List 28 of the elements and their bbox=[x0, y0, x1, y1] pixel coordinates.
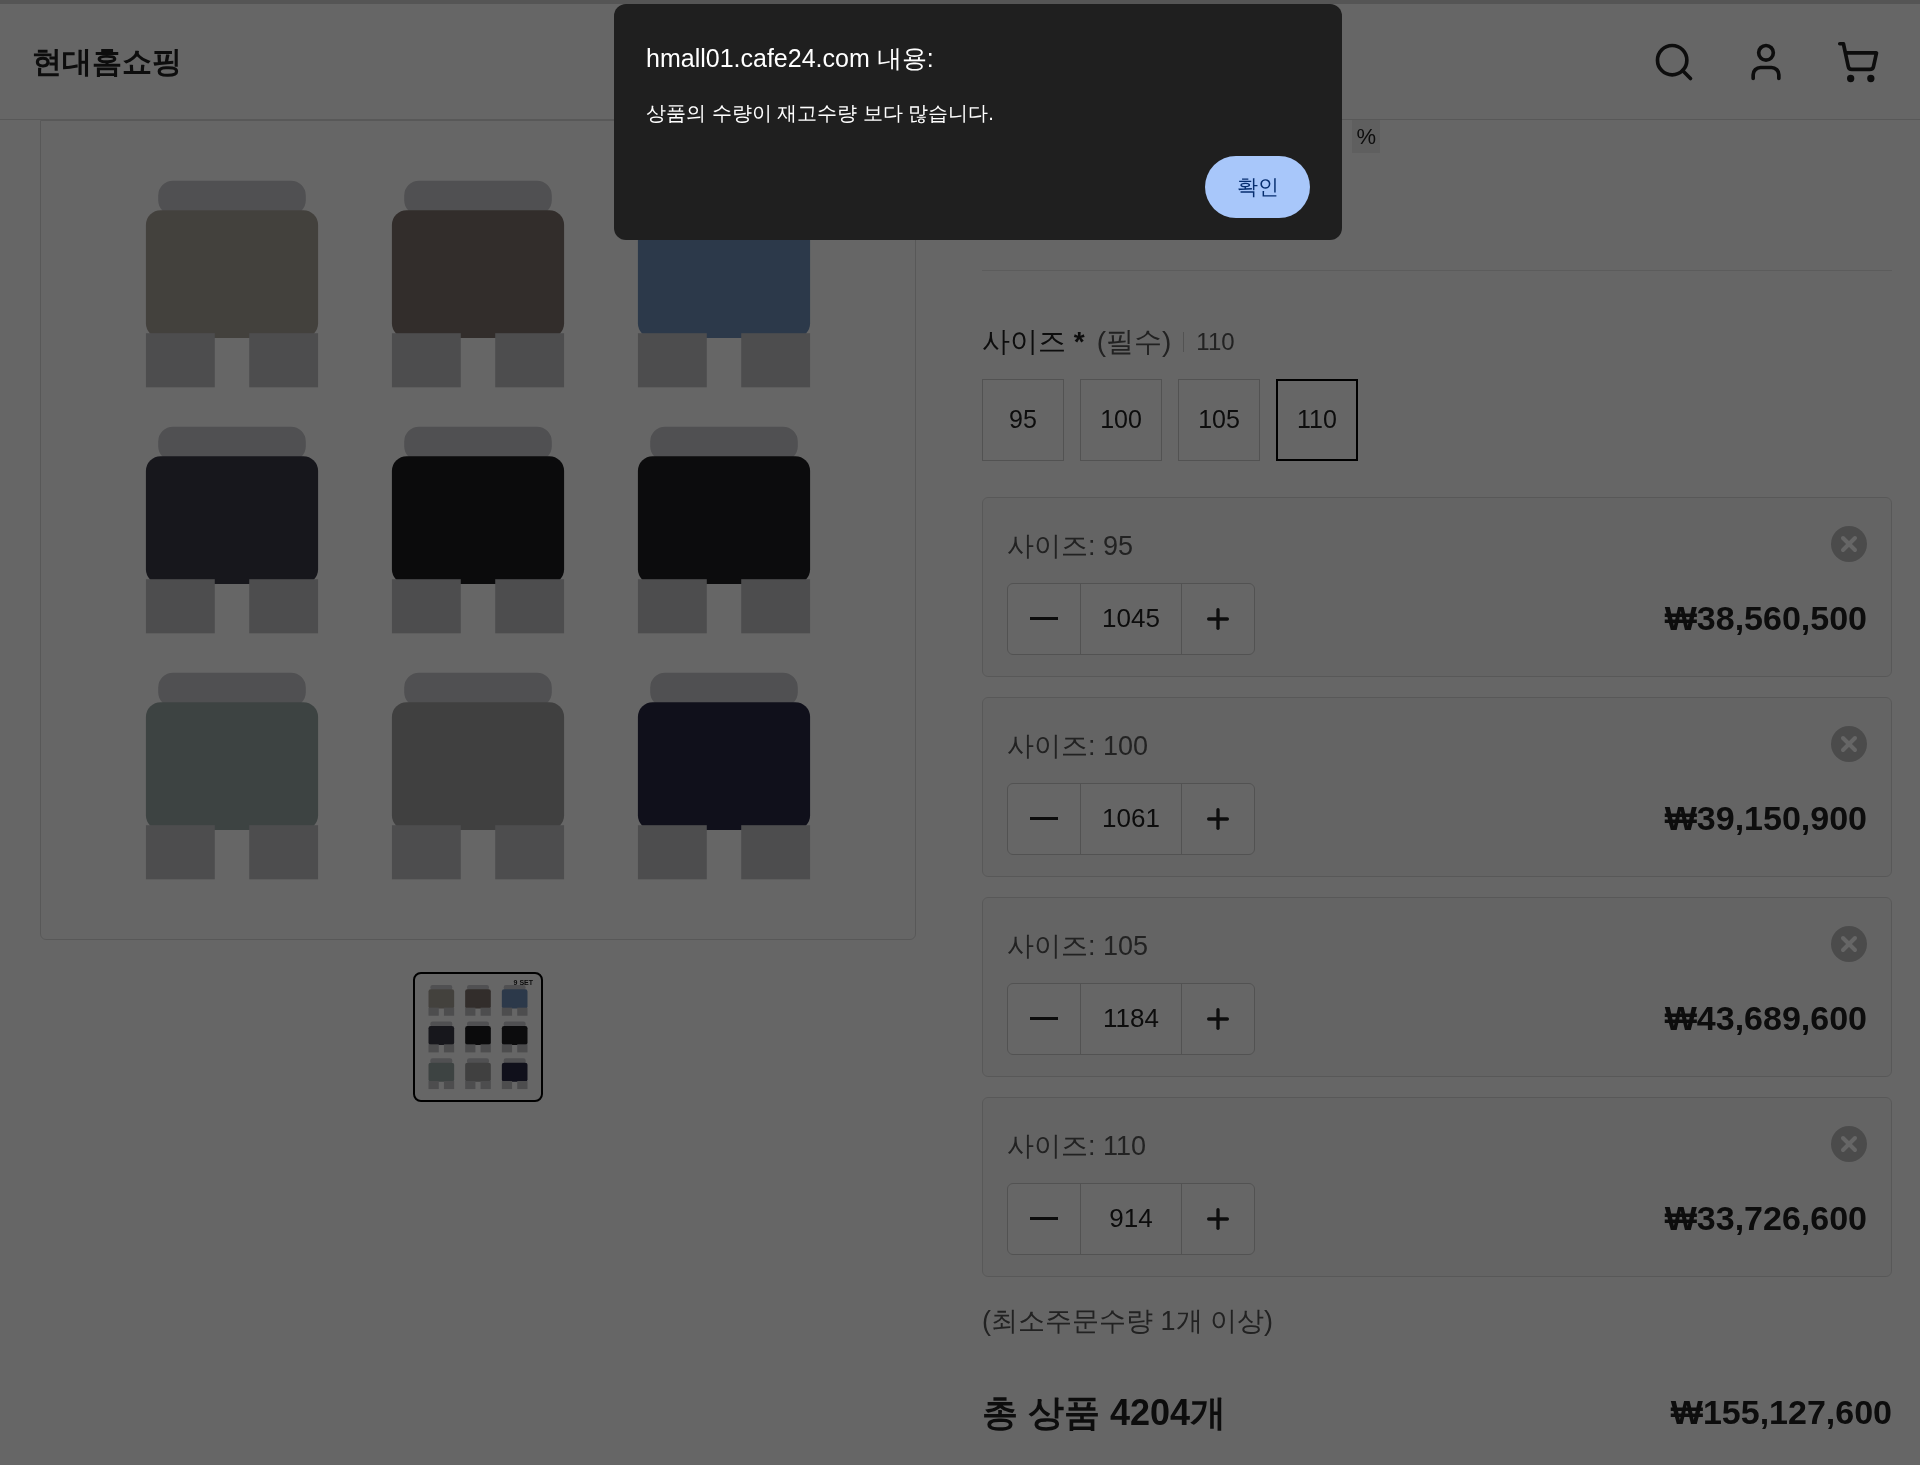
min-order-note: (최소주문수량 1개 이상) bbox=[982, 1305, 1274, 1338]
dialog-message: 상품의 수량이 재고수량 보다 많습니다. bbox=[646, 100, 995, 126]
remove-icon[interactable] bbox=[1831, 926, 1867, 962]
size-option[interactable]: 110 bbox=[1276, 379, 1358, 461]
dialog-title: hmall01.cafe24.com 내용: bbox=[646, 43, 935, 74]
logo[interactable]: 현대홈쇼핑 bbox=[32, 39, 182, 84]
item-price: ₩39,150,900 bbox=[1664, 798, 1867, 839]
item-price: ₩43,689,600 bbox=[1664, 998, 1867, 1039]
total-label: 총 상품 4204개 bbox=[982, 1390, 1227, 1435]
option-item-label: 사이즈: 95 bbox=[1007, 530, 1134, 563]
option-item-label: 사이즈: 100 bbox=[1007, 730, 1149, 763]
remove-icon[interactable] bbox=[1831, 526, 1867, 562]
remove-icon[interactable] bbox=[1831, 1126, 1867, 1162]
size-option[interactable]: 95 bbox=[982, 379, 1064, 461]
confirm-button[interactable]: 확인 bbox=[1205, 155, 1310, 218]
remove-icon[interactable] bbox=[1831, 726, 1867, 762]
size-option[interactable]: 100 bbox=[1080, 379, 1162, 461]
discount-text: % bbox=[1352, 120, 1380, 153]
item-price: ₩33,726,600 bbox=[1664, 1198, 1867, 1239]
cart-icon[interactable] bbox=[1836, 39, 1880, 84]
total-price: ₩155,127,600 bbox=[1670, 1392, 1892, 1433]
item-price: ₩38,560,500 bbox=[1664, 598, 1867, 639]
selected-value: 110 bbox=[1196, 327, 1235, 357]
option-item-label: 사이즈: 105 bbox=[1007, 930, 1149, 963]
option-label: 사이즈 * bbox=[982, 325, 1085, 359]
required-text: (필수) bbox=[1096, 325, 1172, 359]
size-option[interactable]: 105 bbox=[1178, 379, 1260, 461]
option-item-label: 사이즈: 110 bbox=[1007, 1130, 1147, 1163]
